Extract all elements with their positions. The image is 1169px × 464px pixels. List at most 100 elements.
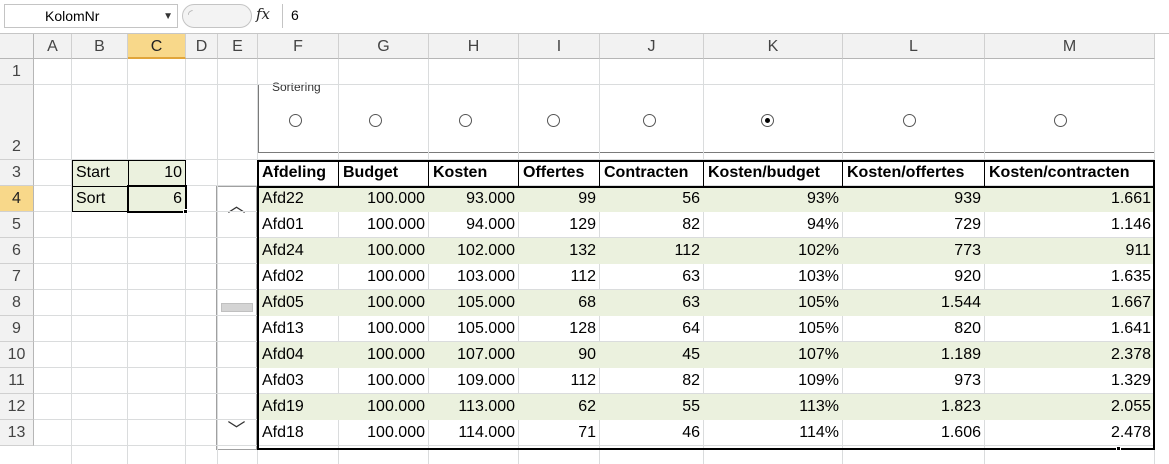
table-cell[interactable]: 773 — [843, 238, 985, 264]
table-cell[interactable]: 94% — [704, 212, 843, 238]
table-cell[interactable]: 103% — [704, 264, 843, 290]
table-cell[interactable]: 911 — [985, 238, 1155, 264]
table-cell[interactable]: 100.000 — [339, 238, 429, 264]
table-row-label[interactable]: Afd04 — [258, 342, 339, 368]
table-cell[interactable]: 973 — [843, 368, 985, 394]
column-header-g[interactable]: G — [339, 34, 429, 59]
sort-option-radio[interactable] — [547, 114, 560, 127]
table-cell[interactable]: 94.000 — [429, 212, 519, 238]
table-cell[interactable]: 62 — [519, 394, 600, 420]
table-cell[interactable]: 109.000 — [429, 368, 519, 394]
table-cell[interactable]: 132 — [519, 238, 600, 264]
sort-option-radio[interactable] — [369, 114, 382, 127]
table-cell[interactable]: 107.000 — [429, 342, 519, 368]
table-cell[interactable]: 1.635 — [985, 264, 1155, 290]
table-cell[interactable]: 93% — [704, 186, 843, 212]
table-row-label[interactable]: Afd24 — [258, 238, 339, 264]
table-cell[interactable]: 114.000 — [429, 420, 519, 446]
table-cell[interactable]: 105.000 — [429, 316, 519, 342]
column-header-m[interactable]: M — [985, 34, 1155, 59]
column-header-c[interactable]: C — [128, 34, 186, 59]
table-cell[interactable]: 1.544 — [843, 290, 985, 316]
table-cell[interactable]: 93.000 — [429, 186, 519, 212]
table-cell[interactable]: 63 — [600, 290, 704, 316]
table-cell[interactable]: 100.000 — [339, 212, 429, 238]
select-all-corner[interactable] — [0, 34, 34, 59]
table-cell[interactable]: 1.661 — [985, 186, 1155, 212]
table-cell[interactable]: 100.000 — [339, 420, 429, 446]
fill-handle[interactable] — [183, 209, 188, 214]
sort-option-radio[interactable] — [1054, 114, 1067, 127]
table-row-label[interactable]: Afd19 — [258, 394, 339, 420]
table-cell[interactable]: 63 — [600, 264, 704, 290]
table-cell[interactable]: 939 — [843, 186, 985, 212]
name-box[interactable]: KolomNr ▼ — [4, 4, 178, 28]
column-header-f[interactable]: F — [258, 34, 339, 59]
column-header-l[interactable]: L — [843, 34, 985, 59]
table-cell[interactable]: 113% — [704, 394, 843, 420]
table-cell[interactable]: 105% — [704, 316, 843, 342]
column-header-d[interactable]: D — [186, 34, 218, 59]
row-header-5[interactable]: 5 — [0, 212, 34, 238]
table-row-label[interactable]: Afd02 — [258, 264, 339, 290]
chevron-up-icon[interactable]: ︿ — [217, 191, 256, 221]
table-cell[interactable]: 729 — [843, 212, 985, 238]
row-header-2[interactable]: 2 — [0, 85, 34, 160]
row-header-12[interactable]: 12 — [0, 394, 34, 420]
table-cell[interactable]: 100.000 — [339, 290, 429, 316]
table-cell[interactable]: 112 — [519, 368, 600, 394]
table-cell[interactable]: 128 — [519, 316, 600, 342]
table-cell[interactable]: 129 — [519, 212, 600, 238]
row-header-4[interactable]: 4 — [0, 186, 34, 212]
sort-option-radio[interactable] — [903, 114, 916, 127]
table-cell[interactable]: 114% — [704, 420, 843, 446]
column-header-j[interactable]: J — [600, 34, 704, 59]
table-cell[interactable]: 100.000 — [339, 264, 429, 290]
table-cell[interactable]: 45 — [600, 342, 704, 368]
table-row-label[interactable]: Afd03 — [258, 368, 339, 394]
formula-input[interactable]: 6 — [282, 4, 1164, 28]
row-header-9[interactable]: 9 — [0, 316, 34, 342]
table-cell[interactable]: 820 — [843, 316, 985, 342]
start-value-cell[interactable]: 10 — [128, 160, 186, 186]
table-cell[interactable]: 2.478 — [985, 420, 1155, 446]
table-cell[interactable]: 56 — [600, 186, 704, 212]
row-header-8[interactable]: 8 — [0, 290, 34, 316]
table-cell[interactable]: 107% — [704, 342, 843, 368]
table-cell[interactable]: 103.000 — [429, 264, 519, 290]
column-header-e[interactable]: E — [218, 34, 258, 59]
formula-bar-resize-handle[interactable]: ◜ — [182, 4, 252, 28]
column-header-k[interactable]: K — [704, 34, 843, 59]
sort-option-radio[interactable] — [289, 114, 302, 127]
row-header-7[interactable]: 7 — [0, 264, 34, 290]
table-cell[interactable]: 100.000 — [339, 316, 429, 342]
table-cell[interactable]: 920 — [843, 264, 985, 290]
table-cell[interactable]: 1.146 — [985, 212, 1155, 238]
table-cell[interactable]: 112 — [600, 238, 704, 264]
row-scrollbar[interactable]: ︿ ﹀ — [216, 186, 257, 450]
table-row-label[interactable]: Afd13 — [258, 316, 339, 342]
table-cell[interactable]: 2.378 — [985, 342, 1155, 368]
table-cell[interactable]: 113.000 — [429, 394, 519, 420]
chevron-down-icon[interactable]: ▼ — [163, 6, 173, 28]
sort-option-radio[interactable] — [761, 114, 774, 127]
table-cell[interactable]: 100.000 — [339, 394, 429, 420]
column-header-b[interactable]: B — [72, 34, 128, 59]
table-row-label[interactable]: Afd22 — [258, 186, 339, 212]
column-header-a[interactable]: A — [34, 34, 72, 59]
table-cell[interactable]: 90 — [519, 342, 600, 368]
row-header-13[interactable]: 13 — [0, 420, 34, 446]
table-cell[interactable]: 71 — [519, 420, 600, 446]
table-cell[interactable]: 68 — [519, 290, 600, 316]
scrollbar-thumb[interactable] — [221, 303, 253, 312]
table-cell[interactable]: 109% — [704, 368, 843, 394]
table-cell[interactable]: 100.000 — [339, 368, 429, 394]
table-cell[interactable]: 99 — [519, 186, 600, 212]
row-header-1[interactable]: 1 — [0, 59, 34, 85]
table-cell[interactable]: 82 — [600, 212, 704, 238]
table-cell[interactable]: 105.000 — [429, 290, 519, 316]
table-cell[interactable]: 100.000 — [339, 342, 429, 368]
row-header-11[interactable]: 11 — [0, 368, 34, 394]
table-cell[interactable]: 55 — [600, 394, 704, 420]
table-row-label[interactable]: Afd18 — [258, 420, 339, 446]
